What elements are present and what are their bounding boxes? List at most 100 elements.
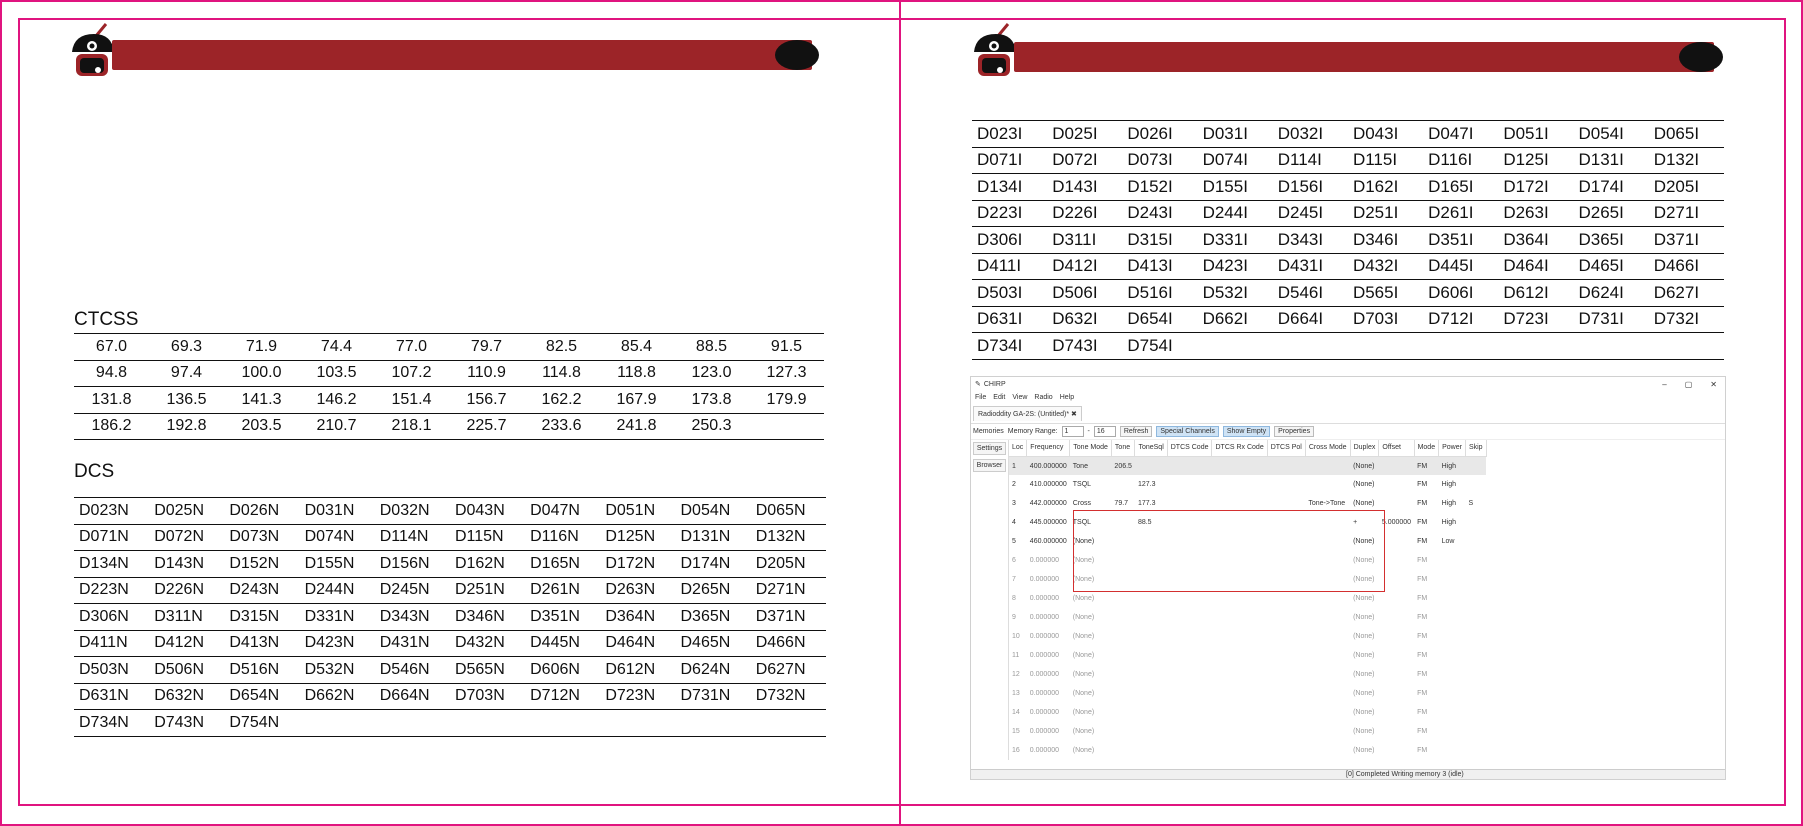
memory-cell[interactable]	[1167, 551, 1212, 570]
memory-cell[interactable]: FM	[1414, 703, 1439, 722]
memory-cell[interactable]	[1379, 589, 1414, 608]
menu-help[interactable]: Help	[1060, 394, 1074, 401]
memory-cell[interactable]: High	[1439, 513, 1466, 532]
column-header[interactable]: Offset	[1378, 440, 1415, 457]
memory-cell[interactable]: 11	[1009, 646, 1027, 665]
memory-cell[interactable]	[1167, 684, 1212, 703]
memory-cell[interactable]	[1267, 494, 1305, 513]
memory-cell[interactable]: 6	[1009, 551, 1027, 570]
column-header[interactable]: Cross Mode	[1305, 440, 1351, 457]
memory-cell[interactable]	[1212, 570, 1267, 589]
memory-cell[interactable]: 88.5	[1135, 513, 1167, 532]
memory-cell[interactable]	[1135, 570, 1167, 589]
memory-cell[interactable]	[1167, 570, 1212, 589]
memory-cell[interactable]: TSQL	[1070, 513, 1112, 532]
memory-cell[interactable]	[1135, 532, 1167, 551]
memory-cell[interactable]: 10	[1009, 627, 1027, 646]
memory-cell[interactable]	[1267, 475, 1305, 494]
memory-cell[interactable]: (None)	[1070, 646, 1112, 665]
memory-cell[interactable]	[1465, 722, 1486, 741]
maximize-icon[interactable]: ▢	[1685, 380, 1693, 389]
memory-cell[interactable]: 13	[1009, 684, 1027, 703]
memory-cell[interactable]	[1135, 684, 1167, 703]
memory-cell[interactable]: (None)	[1350, 665, 1379, 684]
memory-row[interactable]: 15 0.000000 (None) (None) FM	[1009, 722, 1486, 741]
menu-file[interactable]: File	[975, 394, 986, 401]
memory-cell[interactable]	[1439, 684, 1466, 703]
memory-cell[interactable]: +	[1350, 513, 1379, 532]
memory-cell[interactable]	[1267, 589, 1305, 608]
special-channels-button[interactable]: Special Channels	[1156, 426, 1219, 437]
memory-cell[interactable]	[1305, 570, 1350, 589]
close-icon[interactable]: ✕	[1710, 380, 1717, 389]
memory-row[interactable]: 10 0.000000 (None) (None) FM	[1009, 627, 1486, 646]
memory-cell[interactable]	[1267, 551, 1305, 570]
memory-cell[interactable]	[1167, 494, 1212, 513]
column-header[interactable]: Duplex	[1350, 440, 1380, 457]
memory-cell[interactable]	[1305, 684, 1350, 703]
memory-cell[interactable]	[1267, 608, 1305, 627]
memory-cell[interactable]	[1212, 494, 1267, 513]
memory-cell[interactable]	[1379, 608, 1414, 627]
memory-cell[interactable]: 0.000000	[1027, 684, 1070, 703]
memory-row[interactable]: 6 0.000000 (None) (None) FM	[1009, 551, 1486, 570]
memory-cell[interactable]	[1212, 703, 1267, 722]
memory-cell[interactable]	[1465, 570, 1486, 589]
memory-cell[interactable]: 4	[1009, 513, 1027, 532]
memory-cell[interactable]	[1379, 570, 1414, 589]
memory-cell[interactable]	[1267, 684, 1305, 703]
memory-cell[interactable]: 14	[1009, 703, 1027, 722]
memory-cell[interactable]	[1439, 722, 1466, 741]
column-header[interactable]: Tone	[1111, 440, 1136, 457]
memory-cell[interactable]	[1379, 494, 1414, 513]
memory-row[interactable]: 9 0.000000 (None) (None) FM	[1009, 608, 1486, 627]
memory-cell[interactable]: 400.000000	[1026, 456, 1070, 476]
memory-cell[interactable]	[1439, 665, 1466, 684]
memory-cell[interactable]	[1465, 627, 1486, 646]
memory-cell[interactable]	[1211, 456, 1268, 476]
memory-cell[interactable]: (None)	[1350, 532, 1379, 551]
memory-cell[interactable]	[1212, 532, 1267, 551]
memory-cell[interactable]	[1379, 703, 1414, 722]
memory-cell[interactable]: 206.5	[1111, 456, 1135, 476]
memory-row[interactable]: 4 445.000000 TSQL 88.5 +5.000000 FM High	[1009, 513, 1486, 532]
memory-cell[interactable]	[1111, 741, 1135, 760]
memory-cell[interactable]: FM	[1414, 646, 1439, 665]
memory-cell[interactable]	[1212, 551, 1267, 570]
column-header[interactable]: DTCS Pol	[1267, 440, 1306, 457]
memory-cell[interactable]	[1135, 627, 1167, 646]
memory-cell[interactable]	[1267, 703, 1305, 722]
memory-cell[interactable]: (None)	[1350, 646, 1379, 665]
memory-cell[interactable]	[1111, 627, 1135, 646]
column-header[interactable]: Frequency	[1026, 440, 1071, 457]
memory-cell[interactable]	[1111, 665, 1135, 684]
memory-cell[interactable]: 0.000000	[1027, 741, 1070, 760]
memory-cell[interactable]: FM	[1414, 684, 1439, 703]
memory-cell[interactable]	[1305, 513, 1350, 532]
memory-cell[interactable]	[1167, 722, 1212, 741]
memory-cell[interactable]	[1378, 456, 1415, 476]
memory-cell[interactable]: 0.000000	[1027, 570, 1070, 589]
memory-row[interactable]: 3 442.000000 Cross 79.7 177.3 Tone->Tone (None…	[1009, 494, 1486, 513]
memory-cell[interactable]	[1267, 456, 1306, 476]
memory-cell[interactable]	[1111, 703, 1135, 722]
memory-cell[interactable]: (None)	[1070, 741, 1112, 760]
memory-cell[interactable]	[1212, 475, 1267, 494]
memory-cell[interactable]	[1439, 589, 1466, 608]
memory-cell[interactable]	[1212, 608, 1267, 627]
memory-cell[interactable]	[1111, 532, 1135, 551]
memory-cell[interactable]	[1267, 570, 1305, 589]
column-header[interactable]: Skip	[1465, 440, 1487, 457]
memory-cell[interactable]	[1305, 475, 1350, 494]
memory-cell[interactable]	[1111, 570, 1135, 589]
memory-cell[interactable]: High	[1439, 494, 1466, 513]
memory-cell[interactable]	[1305, 589, 1350, 608]
memory-cell[interactable]	[1212, 513, 1267, 532]
memory-cell[interactable]: High	[1439, 475, 1466, 494]
memory-cell[interactable]	[1465, 741, 1486, 760]
memory-cell[interactable]	[1465, 703, 1486, 722]
settings-tab[interactable]: Settings	[973, 442, 1006, 455]
memory-cell[interactable]	[1212, 741, 1267, 760]
memory-cell[interactable]	[1465, 513, 1486, 532]
memory-cell[interactable]	[1379, 684, 1414, 703]
